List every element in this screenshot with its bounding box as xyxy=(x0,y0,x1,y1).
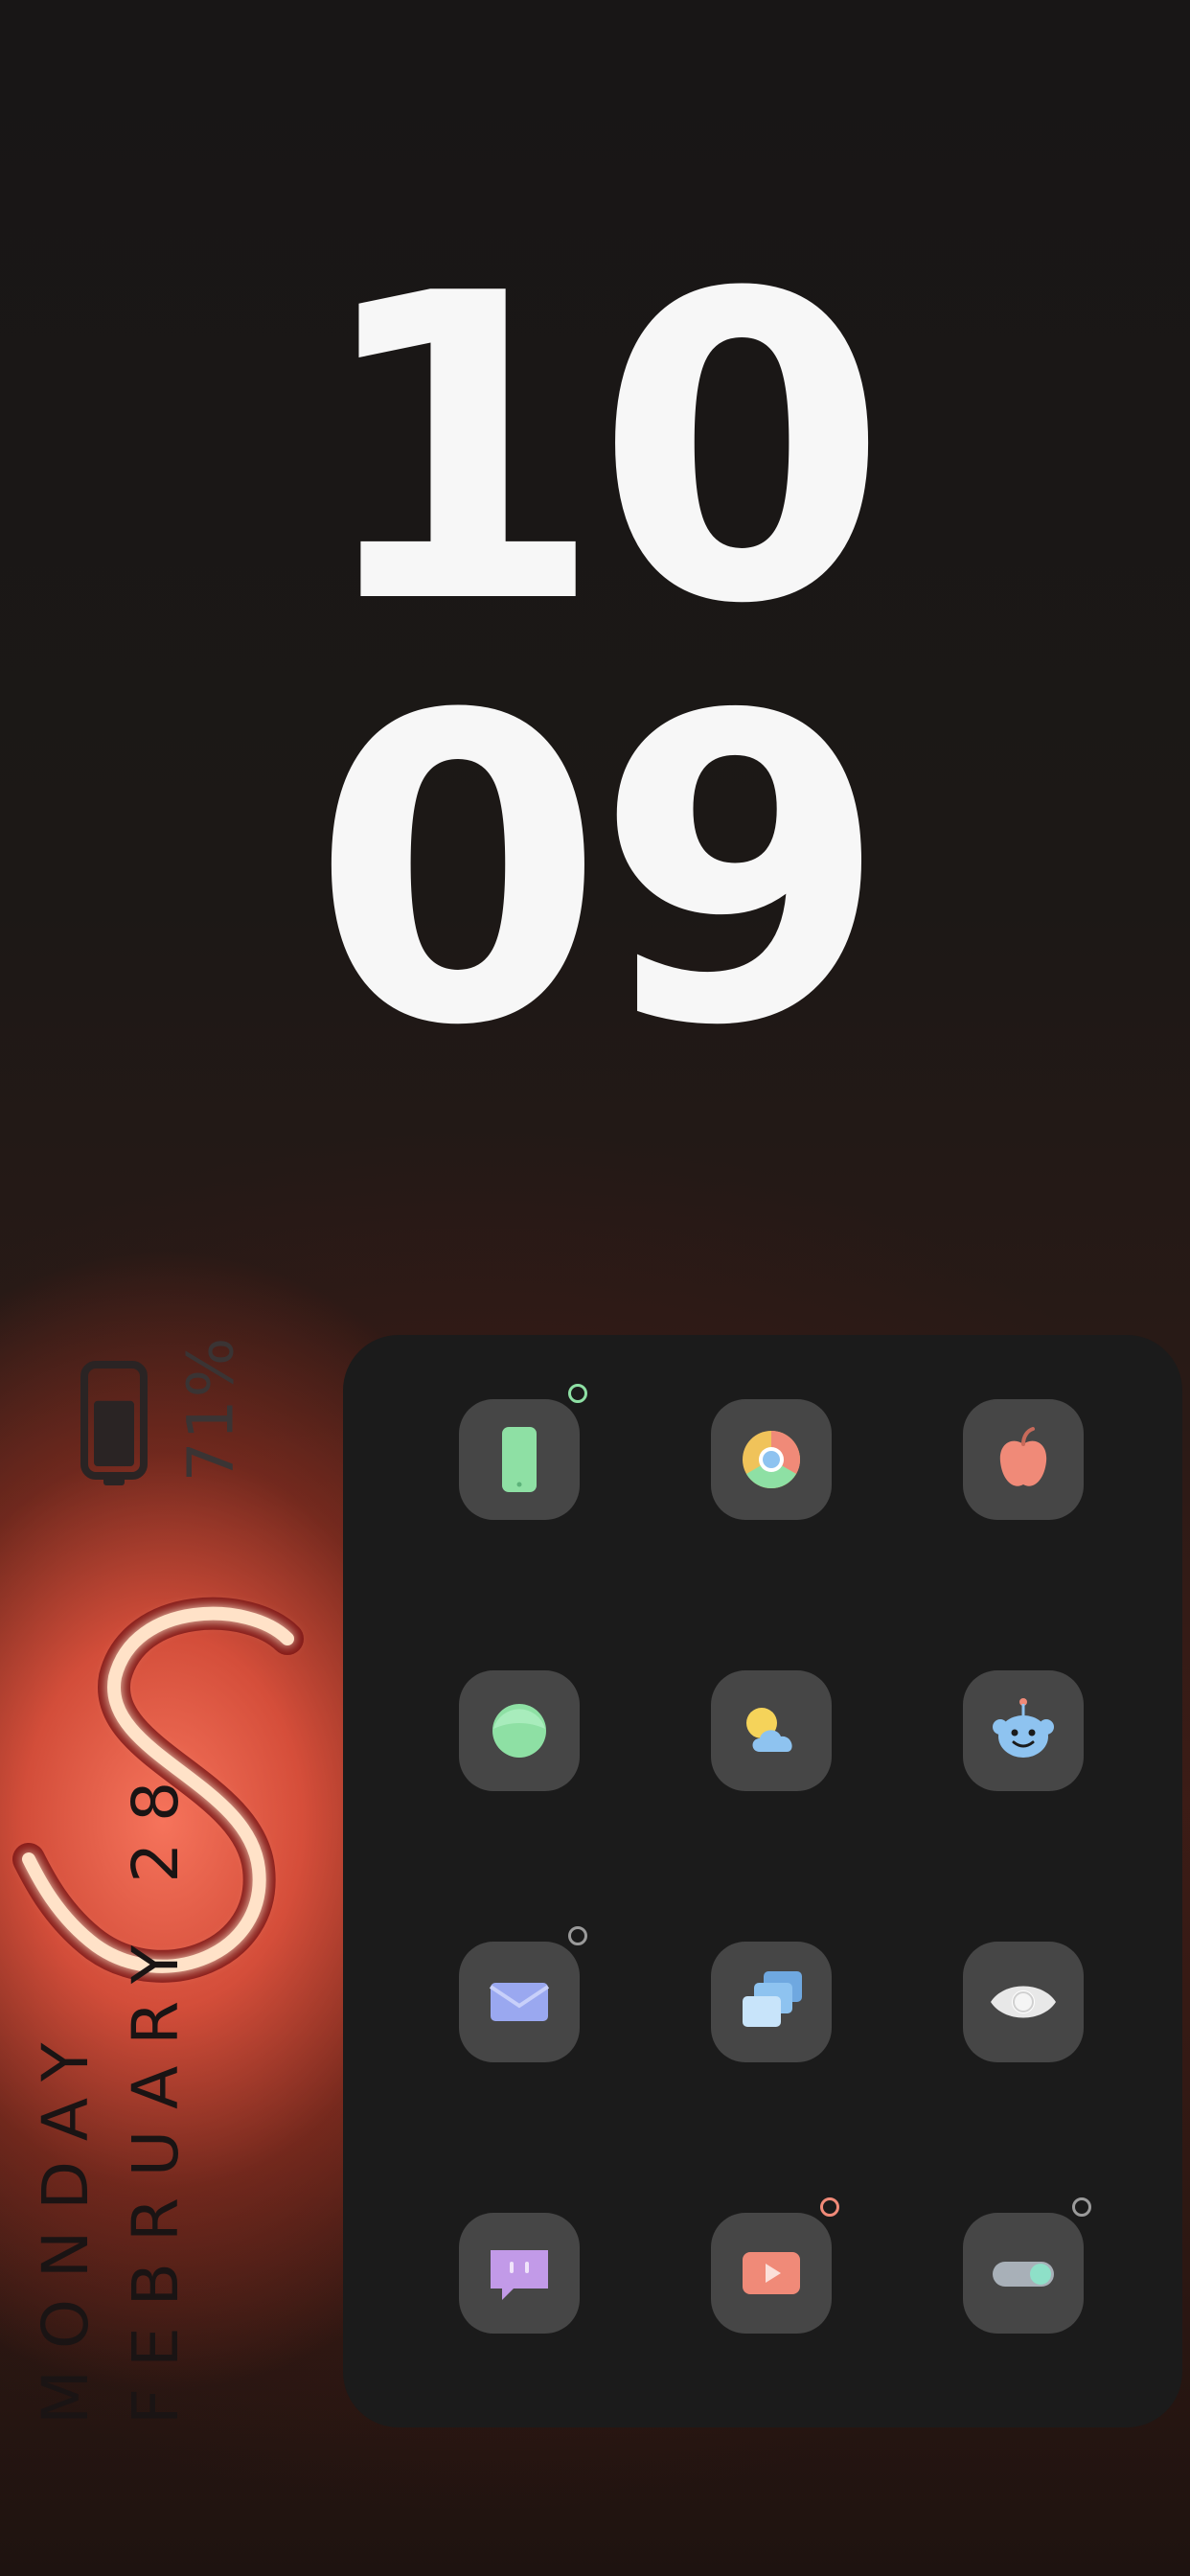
notification-dot xyxy=(1072,2197,1091,2217)
eye-icon xyxy=(991,1986,1056,2018)
weather-icon xyxy=(746,1708,792,1752)
app-weather[interactable] xyxy=(711,1670,832,1791)
app-reddit[interactable] xyxy=(963,1670,1084,1791)
app-chrome[interactable] xyxy=(711,1399,832,1520)
app-grid-panel xyxy=(343,1335,1182,2427)
app-cards[interactable] xyxy=(711,1942,832,2062)
chat-icon xyxy=(491,2250,548,2300)
cards-icon xyxy=(743,1971,802,2027)
app-phone[interactable] xyxy=(459,1399,580,1520)
chrome-icon xyxy=(743,1431,801,1489)
app-chat[interactable] xyxy=(459,2213,580,2334)
clock-hour: 10 xyxy=(310,205,888,696)
month-day-label: FEBRUARY 28 xyxy=(119,1760,193,2425)
lock-screen: 10 09 71% MONDAY FEBRUARY 28 xyxy=(0,0,1190,2576)
toggle-icon xyxy=(993,2262,1054,2287)
play-icon xyxy=(743,2252,800,2294)
app-mail[interactable] xyxy=(459,1942,580,2062)
app-apple[interactable] xyxy=(963,1399,1084,1520)
notification-dot xyxy=(820,2197,839,2217)
app-toggle[interactable] xyxy=(963,2213,1084,2334)
mail-icon xyxy=(489,1983,550,2021)
apple-icon xyxy=(999,1427,1047,1486)
app-circle[interactable] xyxy=(459,1670,580,1791)
reddit-icon xyxy=(993,1698,1054,1758)
green-circle-icon xyxy=(492,1704,546,1758)
battery-percent: 71% xyxy=(173,1335,248,1483)
clock-minute: 09 xyxy=(310,627,888,1117)
app-video[interactable] xyxy=(711,2213,832,2334)
notification-dot xyxy=(568,1926,587,1945)
notification-dot xyxy=(568,1384,587,1403)
battery-icon xyxy=(80,1361,148,1485)
weekday-label: MONDAY xyxy=(29,2021,103,2425)
app-eye[interactable] xyxy=(963,1942,1084,2062)
phone-icon xyxy=(502,1427,537,1492)
